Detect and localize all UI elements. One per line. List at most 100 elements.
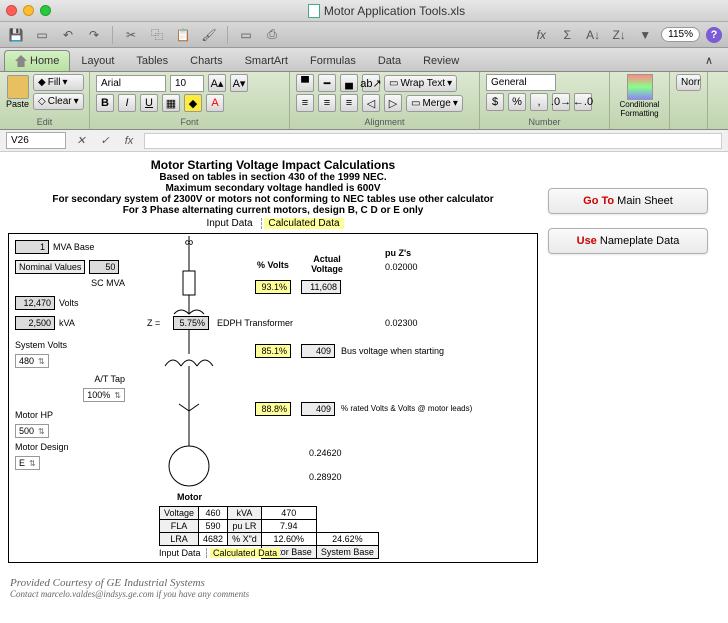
sort-desc-icon[interactable]: Z↓ xyxy=(609,25,629,45)
z-label: Z = xyxy=(147,318,160,328)
z-val-cell[interactable]: 5.75% xyxy=(173,316,209,330)
dec-dec-icon[interactable]: ←.0 xyxy=(574,93,592,111)
indent-dec-icon[interactable]: ◁ xyxy=(362,94,380,112)
orientation-icon[interactable]: ab↗ xyxy=(362,74,380,92)
clear-button[interactable]: ◇ Clear ▾ xyxy=(33,93,84,110)
scmva-label: SC MVA xyxy=(91,278,125,288)
bold-button[interactable]: B xyxy=(96,94,114,112)
doc-icon[interactable]: ▭ xyxy=(236,25,256,45)
normal-style-button[interactable]: Norr xyxy=(676,74,701,91)
underline-button[interactable]: U xyxy=(140,94,158,112)
grow-font-icon[interactable]: A▴ xyxy=(208,74,226,92)
border-button[interactable]: ▦ xyxy=(162,94,180,112)
tab-review[interactable]: Review xyxy=(412,50,470,71)
format-painter-icon[interactable]: 🖌 xyxy=(199,25,219,45)
motorhp-select[interactable]: 500 xyxy=(15,424,49,438)
volts-cell[interactable]: 12,470 xyxy=(15,296,55,310)
mva-base-cell[interactable]: 1 xyxy=(15,240,49,254)
subtitle-1: Based on tables in section 430 of the 19… xyxy=(8,172,538,183)
save-icon[interactable]: 💾 xyxy=(6,25,26,45)
r5-pu: 0.24620 xyxy=(309,448,342,458)
attap-select[interactable]: 100% xyxy=(83,388,125,402)
tab-formulas[interactable]: Formulas xyxy=(299,50,367,71)
window-title: Motor Application Tools.xls xyxy=(51,4,722,18)
tab-layout[interactable]: Layout xyxy=(70,50,125,71)
filter-icon[interactable]: ▼ xyxy=(635,25,655,45)
zoom-display[interactable]: 115% xyxy=(661,27,700,42)
font-size-select[interactable] xyxy=(170,75,204,92)
paste-button[interactable]: Paste xyxy=(6,75,29,109)
kva-cell[interactable]: 2,500 xyxy=(15,316,55,330)
hdr-actual-voltage: Actual Voltage xyxy=(307,254,347,274)
use-nameplate-button[interactable]: Use Nameplate Data xyxy=(548,228,708,254)
italic-button[interactable]: I xyxy=(118,94,136,112)
tab-home[interactable]: Home xyxy=(4,50,70,71)
align-top-icon[interactable]: ▀ xyxy=(296,74,314,92)
align-left-icon[interactable]: ≡ xyxy=(296,94,314,112)
align-middle-icon[interactable]: ━ xyxy=(318,74,336,92)
worksheet[interactable]: Motor Starting Voltage Impact Calculatio… xyxy=(8,158,538,563)
indent-inc-icon[interactable]: ▷ xyxy=(384,94,402,112)
tab-smartart[interactable]: SmartArt xyxy=(234,50,299,71)
tab-charts[interactable]: Charts xyxy=(179,50,233,71)
svg-text:∞: ∞ xyxy=(185,236,194,249)
zoom-icon[interactable] xyxy=(40,5,51,16)
r4-note: % rated Volts & Volts @ motor leads) xyxy=(341,404,472,413)
attap-label: A/T Tap xyxy=(94,374,125,384)
tab-data[interactable]: Data xyxy=(367,50,412,71)
align-right-icon[interactable]: ≡ xyxy=(340,94,358,112)
merge-button[interactable]: ▭ Merge ▾ xyxy=(406,95,463,112)
goto-main-sheet-button[interactable]: Go To Main Sheet xyxy=(548,188,708,214)
currency-icon[interactable]: $ xyxy=(486,93,504,111)
minimize-icon[interactable] xyxy=(23,5,34,16)
side-buttons: Go To Main Sheet Use Nameplate Data xyxy=(548,158,708,563)
print-icon[interactable]: ⎙ xyxy=(262,25,282,45)
group-number-label: Number xyxy=(486,117,603,127)
copy-icon[interactable]: ⿻ xyxy=(147,25,167,45)
show-icon[interactable]: ▭ xyxy=(32,25,52,45)
motordesign-select[interactable]: E xyxy=(15,456,40,470)
fx-label-icon[interactable]: fx xyxy=(120,133,138,149)
close-icon[interactable] xyxy=(6,5,17,16)
hdr-pct-volts: % Volts xyxy=(257,260,289,270)
title-text: Motor Application Tools.xls xyxy=(324,4,465,18)
ribbon-toggle-icon[interactable]: ∧ xyxy=(694,49,724,71)
align-center-icon[interactable]: ≡ xyxy=(318,94,336,112)
sysvolts-label: System Volts xyxy=(15,340,67,350)
titlebar: Motor Application Tools.xls xyxy=(0,0,728,22)
sort-asc-icon[interactable]: A↓ xyxy=(583,25,603,45)
cancel-icon[interactable]: ✕ xyxy=(72,133,90,149)
font-name-select[interactable] xyxy=(96,75,166,92)
help-icon[interactable]: ? xyxy=(706,27,722,43)
dec-inc-icon[interactable]: .0→ xyxy=(552,93,570,111)
edph-label: EDPH Transformer xyxy=(217,318,293,328)
redo-icon[interactable]: ↷ xyxy=(84,25,104,45)
paste-icon[interactable]: 📋 xyxy=(173,25,193,45)
legend-input: Input Data xyxy=(202,218,256,229)
undo-icon[interactable]: ↶ xyxy=(58,25,78,45)
fx-icon[interactable]: fx xyxy=(531,25,551,45)
percent-icon[interactable]: % xyxy=(508,93,526,111)
r2-pu: 0.02300 xyxy=(385,318,418,328)
tab-tables[interactable]: Tables xyxy=(125,50,179,71)
wrap-text-button[interactable]: ▭ Wrap Text ▾ xyxy=(384,75,457,92)
fill-color-button[interactable]: ◆ xyxy=(184,94,202,112)
subtitle-4: For 3 Phase alternating current motors, … xyxy=(8,205,538,216)
r4-pct: 88.8% xyxy=(255,402,291,416)
cut-icon[interactable]: ✂ xyxy=(121,25,141,45)
subtitle-2: Maximum secondary voltage handled is 600… xyxy=(8,183,538,194)
font-color-button[interactable]: A xyxy=(206,94,224,112)
sysvolts-select[interactable]: 480 xyxy=(15,354,49,368)
sigma-icon[interactable]: Σ xyxy=(557,25,577,45)
formula-input[interactable] xyxy=(144,133,722,149)
number-format-select[interactable] xyxy=(486,74,556,91)
enter-icon[interactable]: ✓ xyxy=(96,133,114,149)
cell-reference-input[interactable] xyxy=(6,132,66,149)
comma-icon[interactable]: , xyxy=(530,93,548,111)
r1-pct: 93.1% xyxy=(255,280,291,294)
align-bottom-icon[interactable]: ▄ xyxy=(340,74,358,92)
cond-format-icon[interactable] xyxy=(627,74,653,100)
scmva-cell[interactable]: 50 xyxy=(89,260,119,274)
fill-button[interactable]: ◆ Fill ▾ xyxy=(33,74,84,91)
shrink-font-icon[interactable]: A▾ xyxy=(230,74,248,92)
